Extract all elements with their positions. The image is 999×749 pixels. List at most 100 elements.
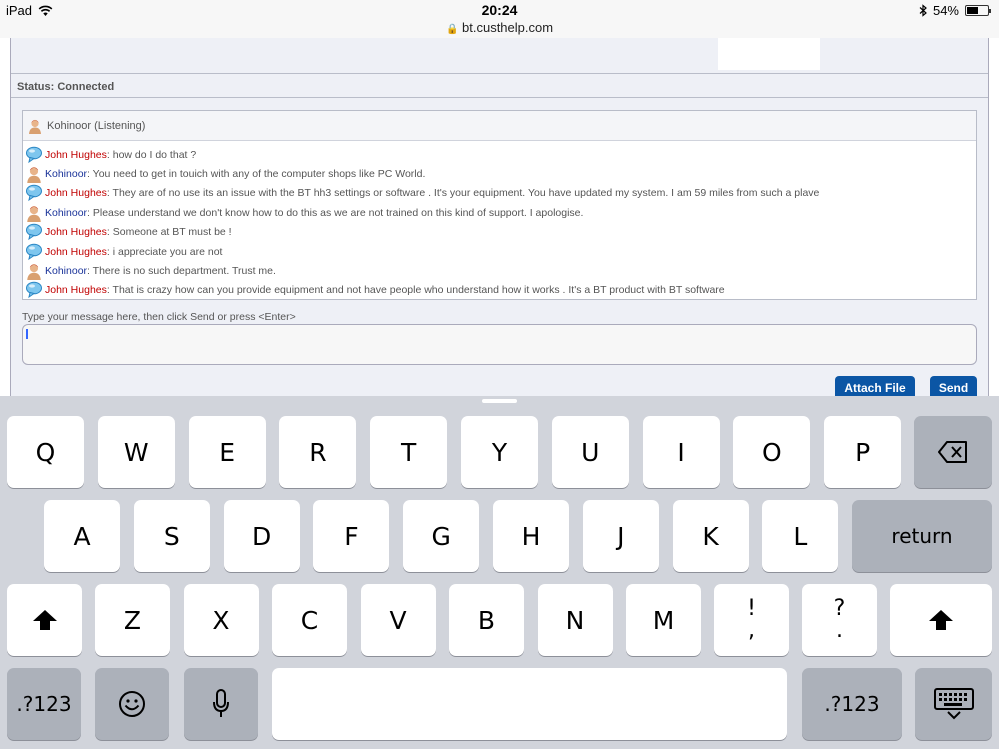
key-q-label: Q [35, 437, 56, 467]
punct-pair: ?. [834, 598, 846, 642]
key-a-label: A [73, 521, 91, 551]
text-caret [26, 329, 28, 339]
key-a[interactable]: A [44, 500, 120, 572]
key-u[interactable]: U [551, 416, 629, 488]
delete-key[interactable] [914, 416, 992, 488]
key-exclaim-comma[interactable]: !, [714, 584, 789, 656]
clock: 20:24 [481, 2, 518, 18]
key-r[interactable]: R [279, 416, 357, 488]
lock-icon: 🔒 [445, 24, 459, 35]
key-v[interactable]: V [360, 584, 436, 656]
agent-avatar-icon [27, 167, 41, 184]
key-v-label: V [389, 605, 407, 635]
key-x-label: X [212, 605, 230, 635]
key-n-label: N [565, 605, 585, 635]
chat-top-area [11, 38, 988, 74]
key-k-label: K [702, 521, 719, 551]
key-q[interactable]: Q [7, 416, 84, 488]
numbers-key-right[interactable]: .?123 [802, 668, 902, 740]
return-key-label: return [891, 524, 953, 548]
key-e[interactable]: E [188, 416, 266, 488]
keyboard-grabber[interactable] [482, 399, 517, 403]
key-l-label: L [793, 521, 808, 551]
punct-top: ! [747, 596, 756, 621]
agent-avatar-icon [29, 119, 41, 134]
chat-bubble-icon [26, 146, 42, 163]
punct-pair: !, [747, 598, 756, 642]
battery-icon [965, 5, 991, 16]
message-text: : i appreciate you are not [106, 245, 223, 258]
key-f[interactable]: F [313, 500, 390, 572]
keyboard-dismiss-icon [933, 688, 974, 720]
chat-message: Kohinoor: Please understand we don't kno… [23, 203, 976, 222]
key-d[interactable]: D [223, 500, 300, 572]
emoji-icon [119, 691, 145, 717]
emoji-key[interactable] [95, 668, 169, 740]
key-u-label: U [581, 437, 600, 467]
key-m[interactable]: M [626, 584, 701, 656]
battery-level [967, 7, 978, 14]
shift-left-key[interactable] [7, 584, 82, 656]
key-b[interactable]: B [449, 584, 524, 656]
key-c-label: C [300, 605, 319, 635]
key-j[interactable]: J [582, 500, 659, 572]
message-text: : They are of no use its an issue with t… [106, 187, 820, 200]
onscreen-keyboard: Q W E R T Y U I O P A S D F G H J K Lreturn Z X C V B N M!,?. .?12… [0, 396, 999, 749]
key-w[interactable]: W [97, 416, 175, 488]
key-k[interactable]: K [672, 500, 749, 572]
key-g[interactable]: G [403, 500, 480, 572]
return-key[interactable]: return [852, 500, 992, 572]
key-h-label: H [521, 521, 541, 551]
chat-bubble-icon [26, 282, 42, 299]
battery-percent: 54% [932, 3, 959, 18]
key-c[interactable]: C [272, 584, 347, 656]
key-p-label: P [855, 437, 871, 467]
numbers-key-right-label: .?123 [824, 692, 880, 716]
numbers-key-left[interactable]: .?123 [7, 668, 81, 740]
key-y[interactable]: Y [461, 416, 538, 488]
key-b-label: B [477, 605, 496, 635]
ios-status-bar: iPad 20:24 🔒 bt.custhelp.com 54% [0, 0, 999, 38]
dictation-key[interactable] [184, 668, 258, 740]
key-i[interactable]: I [642, 416, 720, 488]
message-text: : Someone at BT must be ! [106, 226, 232, 239]
key-h[interactable]: H [493, 500, 569, 572]
key-g-label: G [431, 521, 451, 551]
shift-icon [32, 610, 57, 630]
key-x[interactable]: X [183, 584, 259, 656]
shift-right-key[interactable] [890, 584, 992, 656]
message-text: : You need to get in touich with any of … [87, 168, 426, 181]
status-right: 54% [919, 3, 991, 18]
message-text: : That is crazy how can you provide equi… [106, 284, 725, 297]
message-text: : There is no such department. Trust me. [87, 265, 276, 278]
dismiss-keyboard-key[interactable] [915, 668, 992, 740]
key-p[interactable]: P [824, 416, 902, 488]
key-e-label: E [219, 437, 235, 467]
key-t[interactable]: T [370, 416, 448, 488]
space-key[interactable] [272, 668, 787, 740]
key-n[interactable]: N [537, 584, 613, 656]
key-o-label: O [762, 437, 782, 467]
message-sender: Kohinoor [45, 168, 88, 181]
key-s[interactable]: S [133, 500, 210, 572]
key-l[interactable]: L [762, 500, 839, 572]
message-sender: John Hughes [45, 284, 107, 297]
backspace-icon [938, 441, 967, 463]
key-z-label: Z [123, 605, 142, 635]
chat-transcript[interactable]: Kohinoor (Listening) John Hughes: how do… [22, 110, 977, 300]
chat-message: John Hughes: That is crazy how can you p… [23, 281, 976, 300]
message-input[interactable] [22, 324, 977, 365]
chat-message: John Hughes: how do I do that ? [23, 145, 976, 164]
agent-avatar-icon [27, 264, 41, 281]
key-s-label: S [163, 521, 180, 551]
key-o[interactable]: O [733, 416, 811, 488]
divider [11, 97, 988, 98]
key-question-period[interactable]: ?. [802, 584, 877, 656]
address-bar[interactable]: 🔒 bt.custhelp.com [0, 20, 999, 35]
key-y-label: Y [491, 437, 508, 467]
message-sender: John Hughes [45, 187, 107, 200]
key-z[interactable]: Z [95, 584, 170, 656]
punct-bottom: , [747, 618, 755, 643]
message-text: : how do I do that ? [106, 148, 197, 161]
message-list: John Hughes: how do I do that ? Kohinoor:… [23, 141, 976, 300]
